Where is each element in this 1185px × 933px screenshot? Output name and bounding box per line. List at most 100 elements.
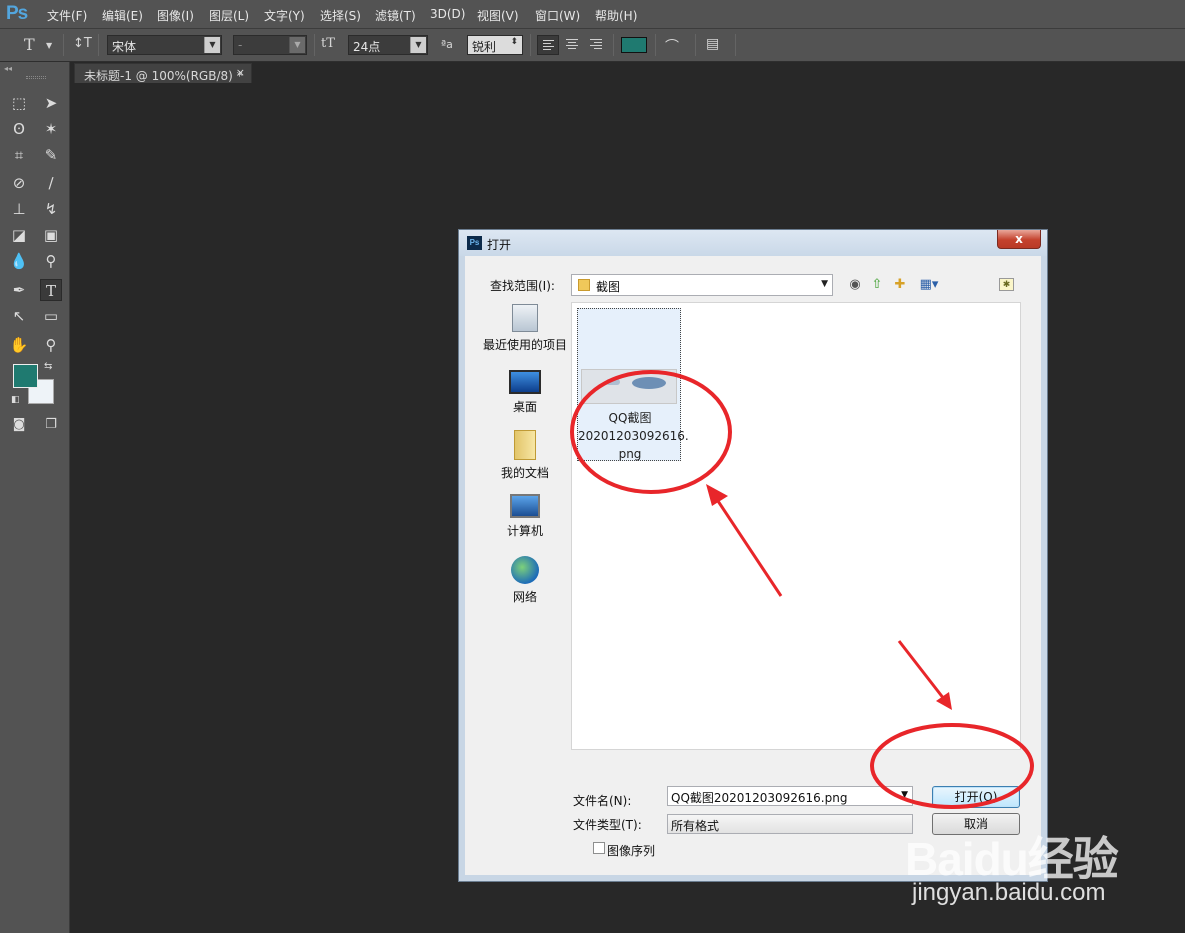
view-menu-icon[interactable]: ▦▾: [915, 276, 943, 294]
font-style-select[interactable]: - ▼: [233, 35, 307, 55]
chevron-down-icon: ▼: [410, 37, 426, 53]
menu-image[interactable]: 图像(I): [157, 7, 194, 24]
antialias-icon: ªa: [441, 38, 453, 51]
network-icon: [511, 556, 539, 584]
blur-tool-icon[interactable]: 💧: [8, 250, 30, 272]
file-name-line: 20201203092616.: [578, 429, 689, 443]
dodge-tool-icon[interactable]: ⚲: [40, 250, 62, 272]
filetype-value: 所有格式: [671, 819, 720, 833]
folder-bookmark-icon[interactable]: ✱: [999, 278, 1014, 291]
rectangle-tool-icon[interactable]: ▭: [40, 305, 62, 327]
menu-type[interactable]: 文字(Y): [264, 7, 305, 24]
marquee-tool-icon[interactable]: ⬚: [8, 92, 30, 114]
open-button[interactable]: 打开(O): [932, 786, 1020, 808]
menu-layer[interactable]: 图层(L): [209, 7, 249, 24]
warp-text-icon[interactable]: ⌒: [665, 36, 679, 56]
photoshop-app-icon: Ps: [467, 236, 482, 250]
menu-window[interactable]: 窗口(W): [535, 7, 580, 24]
history-brush-tool-icon[interactable]: ↯: [40, 198, 62, 220]
place-my-documents[interactable]: 我的文档: [477, 430, 573, 481]
places-sidebar: 最近使用的项目 桌面 我的文档 计算机 网络: [477, 300, 573, 822]
font-family-select[interactable]: 宋体 ▼: [107, 35, 222, 55]
filename-input[interactable]: QQ截图20201203092616.png ▼: [667, 786, 913, 806]
font-size-select[interactable]: 24点 ▼: [348, 35, 428, 55]
updown-arrows-icon: ⬍: [510, 37, 518, 47]
chevron-down-icon[interactable]: ▼: [901, 790, 908, 800]
new-folder-icon[interactable]: ✚: [891, 276, 909, 294]
chevron-down-icon[interactable]: ▼: [46, 41, 52, 50]
place-label: 最近使用的项目: [482, 338, 567, 352]
collapse-icon[interactable]: ◂◂: [4, 64, 12, 73]
close-icon[interactable]: ×: [236, 66, 245, 79]
menu-select[interactable]: 选择(S): [320, 7, 361, 24]
type-tool-preset-icon[interactable]: T: [24, 35, 35, 54]
place-recent-items[interactable]: 最近使用的项目: [477, 304, 573, 353]
menu-3d[interactable]: 3D(D): [430, 7, 465, 21]
align-right-button[interactable]: [585, 35, 607, 55]
font-size-value: 24点: [353, 40, 381, 54]
clone-stamp-tool-icon[interactable]: ⊥: [8, 198, 30, 220]
dialog-titlebar[interactable]: Ps 打开 x: [459, 230, 1047, 256]
type-tool-icon[interactable]: T: [40, 279, 62, 301]
lookin-value: 截图: [596, 280, 621, 294]
quick-mask-icon[interactable]: ◙: [8, 414, 30, 436]
pen-tool-icon[interactable]: ✒: [8, 279, 30, 301]
gradient-tool-icon[interactable]: ▣: [40, 224, 62, 246]
filename-value: QQ截图20201203092616.png: [671, 791, 848, 805]
filetype-select[interactable]: 所有格式: [667, 814, 913, 834]
place-computer[interactable]: 计算机: [477, 494, 573, 539]
menu-filter[interactable]: 滤镜(T): [375, 7, 416, 24]
baidu-watermark-url: jingyan.baidu.com: [912, 879, 1106, 906]
options-bar: T ▼ ↕T 宋体 ▼ - ▼ tT 24点 ▼ ªa 锐利 ⬍ ⌒ ▤: [0, 29, 1185, 62]
font-style-value: -: [238, 38, 243, 52]
align-left-button[interactable]: [537, 35, 559, 55]
file-name: QQ截图 20201203092616. png: [578, 409, 689, 463]
separator: [655, 34, 656, 56]
swap-colors-icon[interactable]: ⇆: [44, 361, 52, 372]
screen-mode-icon[interactable]: ❐: [40, 414, 62, 436]
crop-tool-icon[interactable]: ⌗: [8, 144, 30, 166]
font-family-value: 宋体: [112, 40, 137, 54]
character-panel-icon[interactable]: ▤: [706, 36, 719, 52]
place-network[interactable]: 网络: [477, 556, 573, 605]
open-file-dialog: Ps 打开 x 查找范围(I): 截图 ▼ ◉ ⇧ ✚ ▦▾ ✱ 最近使用的项目…: [458, 229, 1048, 882]
image-sequence-checkbox[interactable]: [593, 842, 605, 854]
menu-file[interactable]: 文件(F): [47, 7, 87, 24]
eyedropper-tool-icon[interactable]: ✎: [40, 144, 62, 166]
lookin-dropdown[interactable]: 截图 ▼: [571, 274, 833, 296]
fish-image-icon: [632, 377, 666, 389]
path-selection-tool-icon[interactable]: ↖: [8, 305, 30, 327]
menu-view[interactable]: 视图(V): [477, 7, 519, 24]
toolbox: ◂◂ ⬚ ➤ ʘ ✶ ⌗ ✎ ⊘ ∕ ⊥ ↯ ◪ ▣ 💧 ⚲ ✒ T ↖ ▭ ✋…: [0, 62, 70, 933]
lasso-tool-icon[interactable]: ʘ: [8, 118, 30, 140]
menu-edit[interactable]: 编辑(E): [102, 7, 143, 24]
my-documents-icon: [514, 430, 536, 460]
separator: [98, 34, 99, 56]
dialog-close-button[interactable]: x: [997, 230, 1041, 249]
menu-help[interactable]: 帮助(H): [595, 7, 637, 24]
separator: [735, 34, 736, 56]
brush-tool-icon[interactable]: ∕: [40, 172, 62, 194]
file-item-selected[interactable]: QQ截图 20201203092616. png: [577, 308, 689, 463]
default-colors-icon[interactable]: ◧: [11, 395, 20, 405]
back-icon[interactable]: ◉: [846, 276, 864, 294]
lookin-label: 查找范围(I):: [490, 279, 555, 293]
hand-tool-icon[interactable]: ✋: [8, 334, 30, 356]
text-orientation-icon[interactable]: ↕T: [73, 36, 92, 51]
healing-brush-tool-icon[interactable]: ⊘: [8, 172, 30, 194]
zoom-tool-icon[interactable]: ⚲: [40, 334, 62, 356]
place-desktop[interactable]: 桌面: [477, 370, 573, 415]
dialog-title: 打开: [487, 238, 512, 252]
file-list[interactable]: QQ截图 20201203092616. png: [571, 302, 1021, 750]
magic-wand-tool-icon[interactable]: ✶: [40, 118, 62, 140]
align-center-button[interactable]: [561, 35, 583, 55]
up-folder-icon[interactable]: ⇧: [868, 276, 886, 294]
move-tool-icon[interactable]: ➤: [40, 92, 62, 114]
foreground-color-swatch[interactable]: [13, 364, 38, 388]
text-color-swatch[interactable]: [621, 37, 647, 53]
document-tab[interactable]: 未标题-1 @ 100%(RGB/8) * ×: [74, 63, 252, 83]
eraser-tool-icon[interactable]: ◪: [8, 224, 30, 246]
toolbox-grip[interactable]: [26, 76, 46, 79]
antialias-select[interactable]: 锐利 ⬍: [467, 35, 523, 55]
image-sequence-label: 图像序列: [607, 844, 656, 858]
